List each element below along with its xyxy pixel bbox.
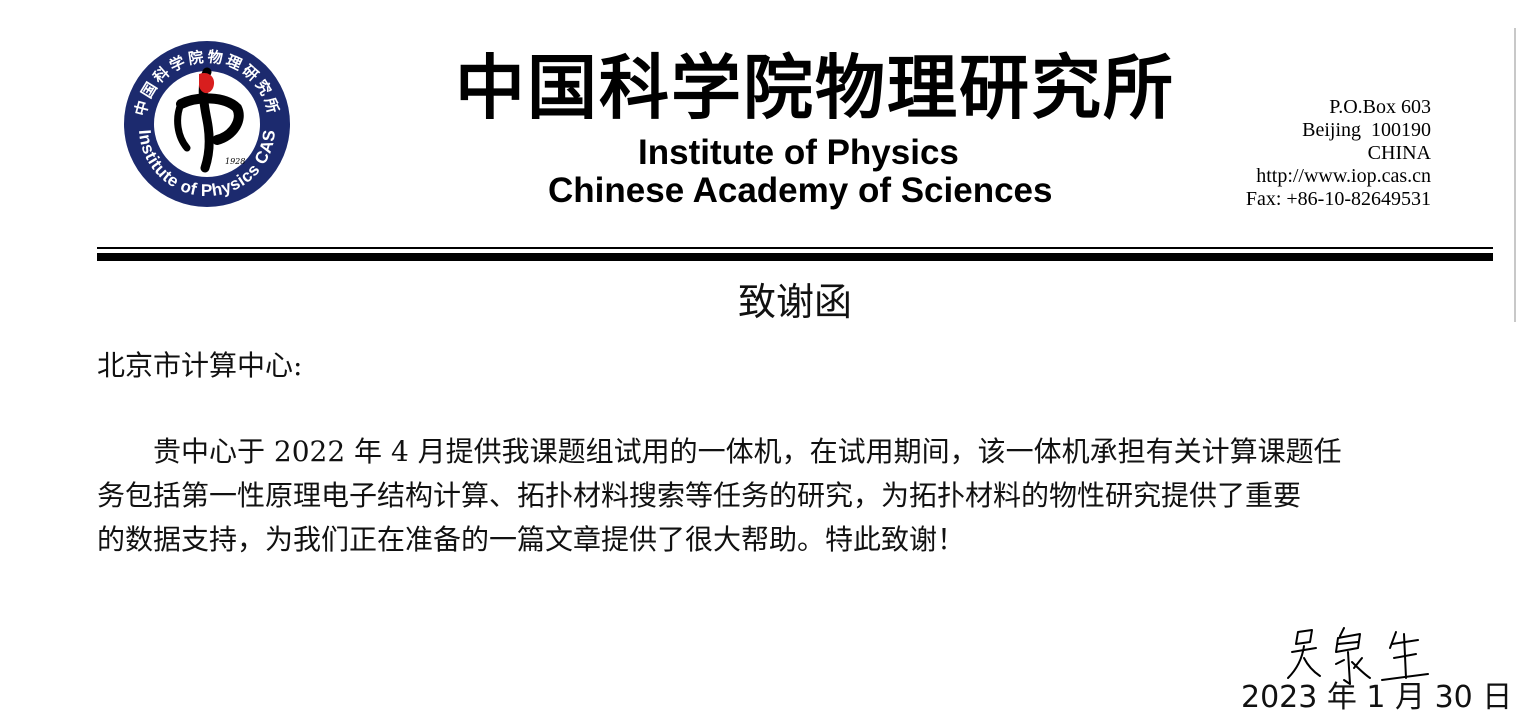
body-line: 的数据支持，为我们正在准备的一篇文章提供了很大帮助。特此致谢！ <box>97 523 966 556</box>
org-name-chinese: 中国科学院物理研究所 <box>455 46 1175 129</box>
body-line: 贵中心于 2022 年 4 月提供我课题组试用的一体机，在试用期间，该一体机承担… <box>153 435 1342 468</box>
logo-year: 1928 <box>225 157 245 166</box>
letter-date: 2023 年 1 月 30 日 <box>1241 680 1513 715</box>
letter-body: 贵中心于 2022 年 4 月提供我课题组试用的一体机，在试用期间，该一体机承担… <box>97 430 1497 562</box>
institute-logo: 中国科学院物理研究所 Institute of Physics CAS 1928 <box>124 41 290 207</box>
contact-po-box: P.O.Box 603 <box>1329 96 1431 118</box>
org-name-english-line1: Institute of Physics <box>638 133 959 172</box>
org-name-english-line2: Chinese Academy of Sciences <box>548 171 1053 210</box>
body-line: 务包括第一性原理电子结构计算、拓扑材料搜索等任务的研究，为拓扑材料的物性研究提供… <box>97 479 1302 512</box>
letter-salutation: 北京市计算中心: <box>97 349 303 382</box>
letter-page: 中国科学院物理研究所 Institute of Physics CAS 1928… <box>0 0 1517 727</box>
contact-country: CHINA <box>1367 142 1431 164</box>
contact-fax: Fax: +86-10-82649531 <box>1245 188 1431 210</box>
contact-city-zip: Beijing 100190 <box>1302 119 1431 141</box>
contact-block: P.O.Box 603 Beijing 100190 CHINA http://… <box>1246 96 1431 211</box>
header-rule-thin <box>97 247 1493 249</box>
contact-website: http://www.iop.cas.cn <box>1256 165 1431 187</box>
letter-title: 致谢函 <box>737 280 852 324</box>
header-rule-thick <box>97 253 1493 261</box>
